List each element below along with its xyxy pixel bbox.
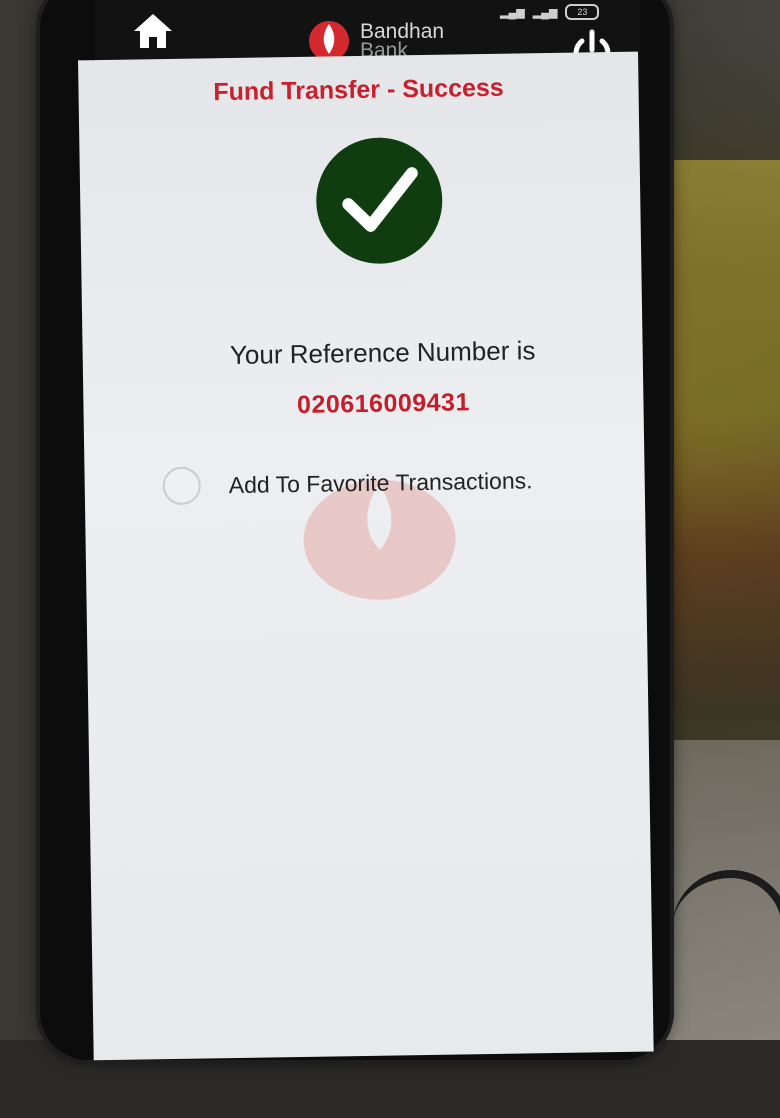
background-object [670,160,780,720]
page-title: Fund Transfer - Success [213,73,504,107]
home-button[interactable] [132,12,174,50]
add-to-favorites-option[interactable]: Add To Favorite Transactions. [162,461,533,506]
signal-icon: ▂▄▆ [500,6,525,19]
battery-indicator: 23 [565,4,600,20]
status-bar: ▂▄▆ ▂▄▆ 23 [500,4,600,20]
home-icon [134,14,172,48]
favorite-label: Add To Favorite Transactions. [228,466,533,498]
reference-label: Your Reference Number is [229,335,536,371]
signal-icon-2: ▂▄▆ [532,6,558,19]
app-screen: Fund Transfer - Success Your Reference N… [78,51,654,1061]
success-badge [315,136,444,265]
charging-cable [672,870,780,1118]
reference-number: 020616009431 [296,388,471,419]
checkmark-icon [342,167,418,232]
favorite-radio-button[interactable] [162,466,202,506]
